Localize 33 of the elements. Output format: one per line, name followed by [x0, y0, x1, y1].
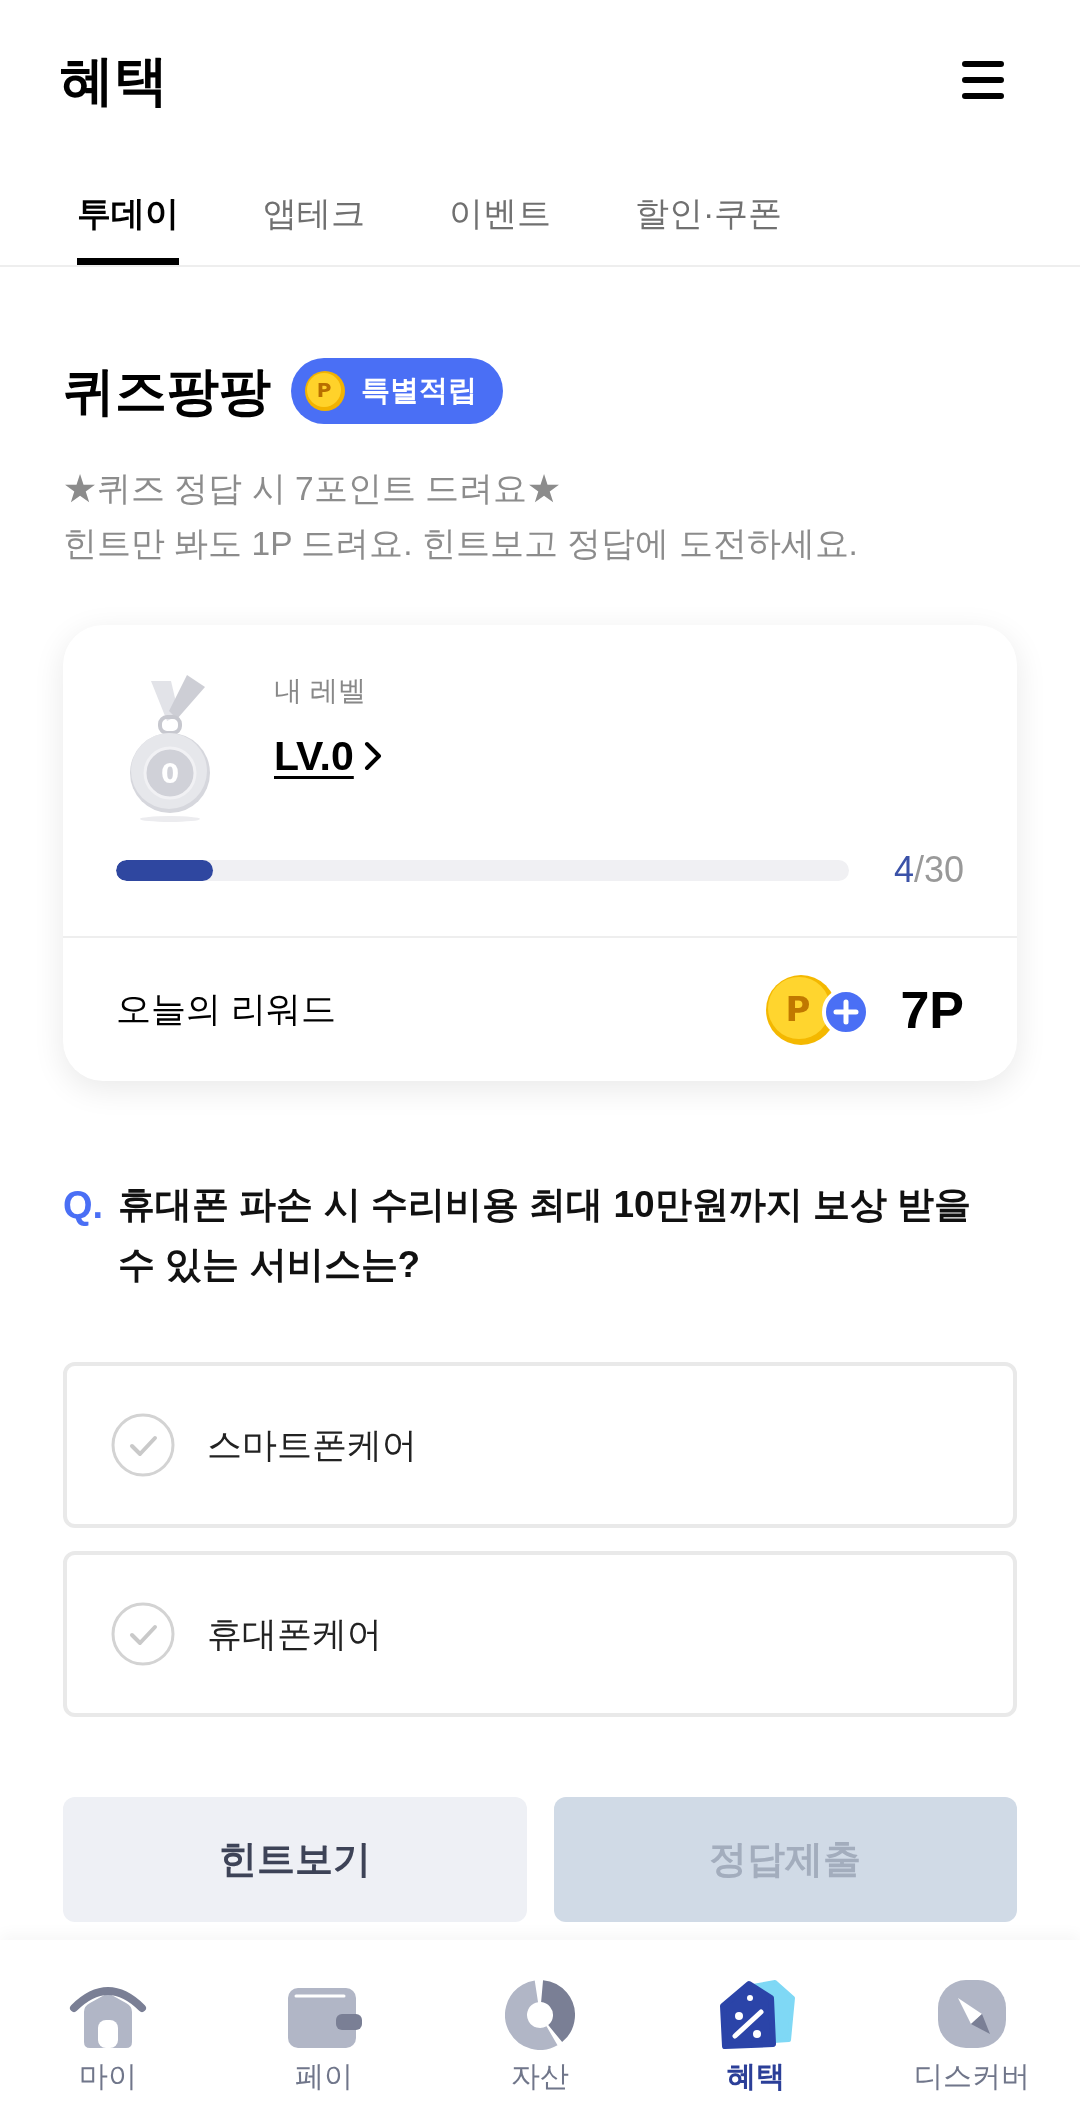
nav-item[interactable]: 페이: [216, 1940, 432, 2124]
nav-item[interactable]: 마이: [0, 1940, 216, 2124]
quiz-title: 퀴즈팡팡: [63, 361, 271, 421]
reward-points: 7P: [900, 983, 964, 1036]
level-link[interactable]: LV.0: [274, 731, 382, 781]
description-text: ★퀴즈 정답 시 7포인트 드려요★: [63, 469, 562, 509]
tab[interactable]: 투데이: [77, 160, 179, 265]
check-circle-icon: [111, 1602, 175, 1666]
answer-option[interactable]: 스마트폰케어: [63, 1362, 1017, 1528]
question-marker: Q.: [63, 1183, 105, 1228]
page-title: 혜택: [60, 53, 168, 107]
hint-button[interactable]: 힌트보기: [63, 1797, 527, 1922]
tab[interactable]: 할인·쿠폰: [635, 160, 783, 265]
reward-label: 오늘의 리워드: [116, 988, 336, 1031]
medal-icon: [130, 675, 210, 822]
question-text: 휴대폰 파손 시 수리비용 최대 10만원까지 보상 받을 수 있는 서비스는?: [118, 1183, 973, 1287]
nav-item[interactable]: 자산: [432, 1940, 648, 2124]
tab[interactable]: 이벤트: [449, 160, 551, 265]
progress-count: 4/30: [893, 848, 964, 892]
my-level-label: 내 레벨: [274, 675, 367, 707]
nav-item[interactable]: 혜택: [648, 1940, 864, 2124]
answer-option[interactable]: 휴대폰케어: [63, 1551, 1017, 1717]
badge-label: 특별적립: [361, 373, 477, 409]
description-text: 힌트만 봐도 1P 드려요. 힌트보고 정답에 도전하세요.: [63, 524, 859, 564]
tab[interactable]: 앱테크: [263, 160, 365, 265]
discount-tag-icon: [717, 1978, 795, 2050]
menu-icon[interactable]: [962, 60, 1004, 100]
wallet-icon: [286, 1986, 362, 2050]
coin-icon: P: [305, 371, 345, 411]
chevron-right-icon: [363, 741, 382, 771]
check-circle-icon: [111, 1413, 175, 1477]
donut-chart-icon: [505, 1980, 575, 2050]
nav-item[interactable]: 디스커버: [864, 1940, 1080, 2124]
